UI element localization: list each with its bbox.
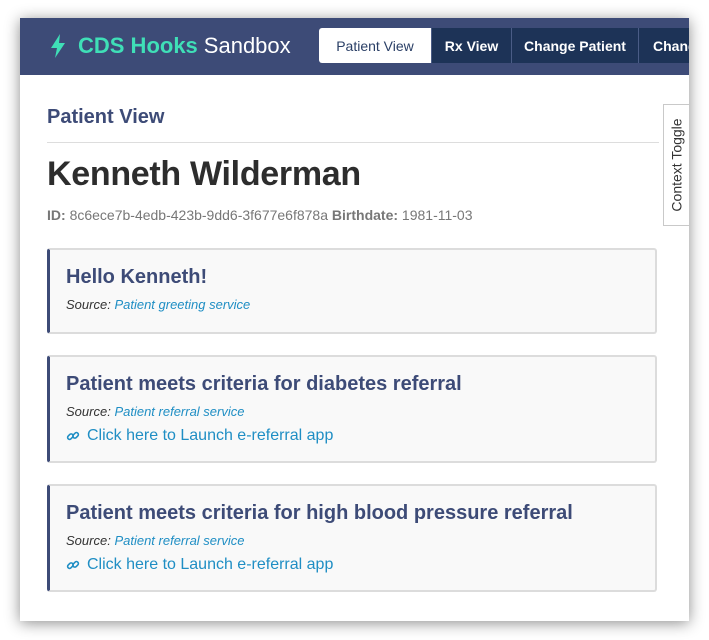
card-source-link[interactable]: Patient greeting service: [114, 297, 250, 312]
card-greeting: Hello Kenneth! Source: Patient greeting …: [47, 248, 657, 334]
patient-id-label: ID:: [47, 207, 66, 223]
card-source: Source: Patient greeting service: [66, 297, 250, 312]
card-title: Patient meets criteria for diabetes refe…: [66, 373, 462, 395]
context-toggle-label: Context Toggle: [668, 118, 685, 212]
app-window: CDS Hooks Sandbox Patient View Rx View C…: [20, 18, 689, 621]
nav-rx-view-button[interactable]: Rx View: [431, 28, 511, 63]
birthdate-value: 1981-11-03: [401, 207, 473, 223]
header-nav: Patient View Rx View Change Patient Chan…: [319, 28, 689, 63]
context-toggle-button[interactable]: Context Toggle: [663, 104, 689, 226]
card-title: Patient meets criteria for high blood pr…: [66, 502, 573, 524]
brand-suffix: Sandbox: [203, 33, 291, 58]
card-source-label: Source:: [66, 533, 111, 548]
brand[interactable]: CDS Hooks Sandbox: [50, 30, 291, 62]
launch-e-referral-link[interactable]: Click here to Launch e-referral app: [66, 427, 333, 445]
nav-change-patient-button[interactable]: Change Patient: [511, 28, 638, 63]
card-source-label: Source:: [66, 404, 111, 419]
card-source-link[interactable]: Patient referral service: [114, 533, 244, 548]
link-icon: [66, 431, 80, 441]
section-title: Patient View: [47, 106, 165, 128]
link-icon: [66, 560, 80, 570]
card-source: Source: Patient referral service: [66, 404, 245, 419]
nav-patient-view-button[interactable]: Patient View: [319, 28, 431, 63]
app-header: CDS Hooks Sandbox Patient View Rx View C…: [20, 18, 689, 75]
patient-meta: ID: 8c6ece7b-4edb-423b-9dd6-3f677e6f878a…: [47, 207, 473, 223]
lightning-bolt-icon: [51, 34, 65, 58]
card-source-label: Source:: [66, 297, 111, 312]
card-title: Hello Kenneth!: [66, 266, 208, 288]
patient-name: Kenneth Wilderman: [47, 155, 361, 193]
birthdate-label: Birthdate:: [331, 207, 399, 223]
card-source-link[interactable]: Patient referral service: [114, 404, 244, 419]
launch-e-referral-label: Click here to Launch e-referral app: [87, 427, 334, 444]
brand-name: CDS Hooks: [78, 33, 198, 58]
launch-e-referral-label: Click here to Launch e-referral app: [87, 556, 334, 573]
launch-e-referral-link[interactable]: Click here to Launch e-referral app: [66, 556, 333, 574]
card-diabetes-referral: Patient meets criteria for diabetes refe…: [47, 355, 657, 463]
patient-id-value: 8c6ece7b-4edb-423b-9dd6-3f677e6f878a: [69, 207, 329, 223]
card-source: Source: Patient referral service: [66, 533, 245, 548]
card-blood-pressure-referral: Patient meets criteria for high blood pr…: [47, 484, 657, 592]
nav-change-button[interactable]: Chang: [638, 28, 689, 63]
section-divider: [47, 142, 659, 143]
